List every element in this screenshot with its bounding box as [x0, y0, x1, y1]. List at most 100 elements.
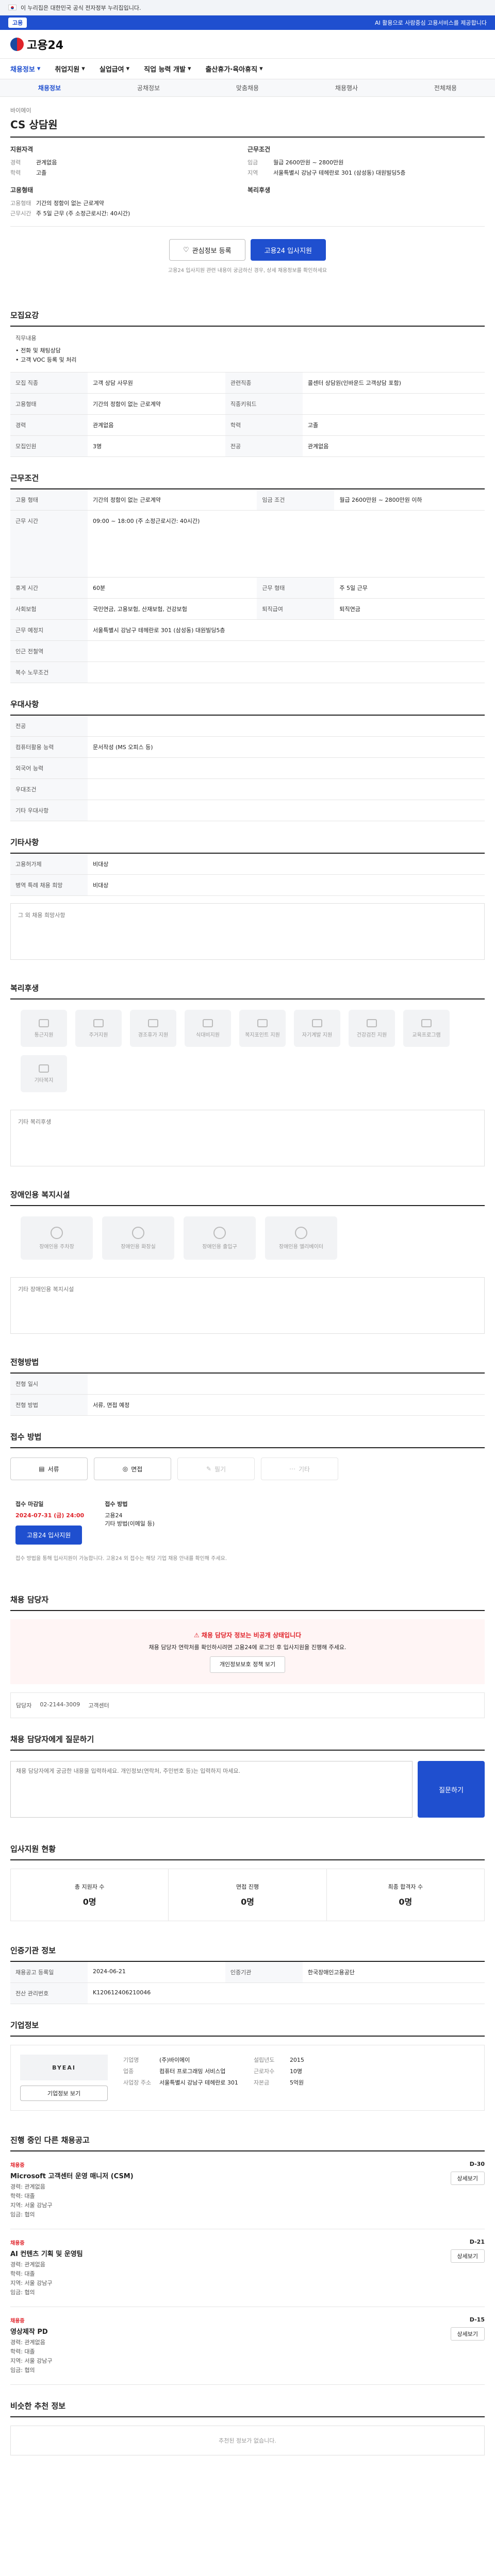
section-process: 전형방법 [10, 1341, 485, 1374]
job-card[interactable]: 채용중 영상제작 PD 경력: 관계없음 학력: 대졸 지역: 서울 강남구 임금:… [10, 2307, 485, 2385]
welfare-item: 복지포인트 지원 [239, 1010, 286, 1047]
welfare-grid: 통근지원 주거지원 경조휴가 지원 식대비지원 복지포인트 지원 자기계발 지원… [10, 999, 485, 1103]
toilet-icon [132, 1226, 144, 1239]
apply-button-2[interactable]: 고용24 입사지원 [15, 1526, 82, 1545]
nav-item-training[interactable]: 직업 능력 개발 ▾ [144, 64, 191, 74]
barrier-item: 장애인용 출입구 [184, 1216, 256, 1260]
inquiry-send-button[interactable]: 질문하기 [418, 1761, 485, 1818]
edu-value: 고졸 [36, 170, 47, 176]
apply-note: 고용24 입사지원 관련 내용이 궁금하신 경우, 상세 채용정보를 확인하세요 [168, 268, 327, 274]
scrap-button[interactable]: ♡ 관심정보 등록 [169, 239, 245, 261]
job-card[interactable]: 채용중 Microsoft 고객센터 운영 매니저 (CSM) 경력: 관계없음 학… [10, 2151, 485, 2229]
meal-icon [203, 1019, 213, 1027]
nav-item-support[interactable]: 취업지원 ▾ [55, 64, 85, 74]
map-location[interactable]: 서울특별시 강남구 테헤란로 301 (삼성동) 대원빌딩5층 [88, 619, 485, 641]
nav-item-jobs[interactable]: 채용정보 ▾ [10, 64, 40, 74]
method-etc: ⋯ 기타 [261, 1458, 338, 1480]
company-info-button[interactable]: 기업정보 보기 [20, 2086, 108, 2101]
welfare-box: 기타 복리후생 [10, 1110, 485, 1166]
similar-empty: 추천된 정보가 없습니다. [10, 2426, 485, 2455]
section-apply: 접수 방법 [10, 1416, 485, 1448]
chevron-down-icon: ▾ [259, 65, 263, 73]
section-barrier: 장애인용 복지시설 [10, 1174, 485, 1206]
book-icon [312, 1019, 322, 1027]
section-duty: 모집요강 [10, 294, 485, 327]
job-card[interactable]: 채용중 AI 컨텐츠 기획 및 운영팀 경력: 관계없음 학력: 대졸 지역: 서울… [10, 2229, 485, 2307]
inquiry-input[interactable] [10, 1761, 412, 1818]
pencil-icon: ✎ [206, 1465, 211, 1472]
tab-jobs[interactable]: 채용정보 [0, 83, 99, 92]
barrier-grid: 장애인용 주차장 장애인용 화장실 장애인용 출입구 장애인용 엘리베이터 [10, 1206, 485, 1270]
detail-button[interactable]: 상세보기 [450, 2172, 485, 2185]
tab-events[interactable]: 채용행사 [297, 83, 396, 92]
career-value: 관계없음 [36, 159, 57, 166]
welfare-item: 건강검진 지원 [349, 1010, 395, 1047]
tab-all[interactable]: 전체채용 [396, 83, 495, 92]
job-actions: ♡ 관심정보 등록 고용24 입사지원 [10, 227, 485, 266]
barrier-box: 기타 장애인용 복지시설 [10, 1277, 485, 1334]
nav-item-leave[interactable]: 출산휴가·육아휴직 ▾ [205, 64, 262, 74]
section-other-jobs: 진행 중인 다른 채용공고 [10, 2119, 485, 2151]
method-document: ▤ 서류 [10, 1458, 88, 1480]
tab-public[interactable]: 공채정보 [99, 83, 198, 92]
manager-dept[interactable]: 고객센터 [88, 1701, 109, 1709]
heart-icon: ♡ [183, 246, 189, 254]
inquiry-form: 질문하기 [10, 1751, 485, 1828]
logo-icon [10, 37, 24, 51]
stat-item: 면접 진행 0명 [169, 1869, 327, 1921]
work-cond-title: 근무조건 [248, 146, 271, 153]
logo-text: 고용24 [27, 39, 64, 52]
method-row: ▤ 서류 ◎ 면접 ✎ 필기 ⋯ 기타 [10, 1448, 485, 1489]
calendar-icon [148, 1019, 158, 1027]
sub-tabs: 채용정보 공채정보 맞춤채용 채용행사 전체채용 [0, 79, 495, 97]
pay-value: 월급 2600만원 ~ 2800만원 [273, 159, 344, 166]
welfare-item: 주거지원 [75, 1010, 122, 1047]
process-table: 전형 일시 전형 방법 서류, 면접 예정 [10, 1374, 485, 1416]
section-inquiry: 채용 담당자에게 질문하기 [10, 1718, 485, 1751]
section-contact: 채용 담당자 [10, 1579, 485, 1611]
apply-block: 접수 마감일 2024-07-31 (금) 24:00 고용24 입사지원 접수… [10, 1489, 485, 1555]
location-value: 서울특별시 강남구 테헤란로 301 (삼성동) 대원빌딩5층 [273, 170, 406, 176]
qual-title: 지원자격 [10, 146, 34, 153]
welfare-item: 경조휴가 지원 [130, 1010, 176, 1047]
welfare-item: 식대비지원 [185, 1010, 231, 1047]
chevron-down-icon: ▾ [187, 65, 191, 73]
parking-icon [51, 1226, 63, 1239]
nav-item-benefit[interactable]: 실업급여 ▾ [100, 64, 129, 74]
welfare-title: 복리후생 [248, 187, 271, 194]
coin-icon [257, 1019, 268, 1027]
job-summary: 지원자격 경력 관계없음 학력 고졸 고용형태 고용형태 기간의 정함이 없는 근로계… [10, 138, 485, 227]
welfare-item: 통근지원 [21, 1010, 67, 1047]
top-strip-text[interactable]: AI 활용으로 사람중심 고용서비스를 제공합니다 [375, 19, 487, 27]
contact-box: ⚠ 채용 담당자 정보는 비공개 상태입니다 채용 담당자 연락처를 확인하시려… [10, 1619, 485, 1684]
etc-icon: ⋯ [289, 1465, 295, 1472]
etc-icon [39, 1064, 49, 1073]
company-name[interactable]: 바이에이 [10, 106, 485, 114]
stat-item: 최종 합격자 수 0명 [388, 1884, 423, 1907]
duty-desc: 직무내용 • 전화 및 채팅상담 • 고객 VOC 등록 및 처리 [10, 327, 485, 372]
condition-table: 고용 형태 기간의 정함이 없는 근로계약 임금 조건 월급 2600만원 ~ 280… [10, 489, 485, 683]
company-info: BYEAI 기업정보 보기 기업명 (주)바이에이 업종 컴퓨터 프로그래밍 서비스… [10, 2045, 485, 2111]
site-logo[interactable]: 고용24 [10, 36, 63, 53]
welfare-item: 교육프로그램 [403, 1010, 450, 1047]
detail-button[interactable]: 상세보기 [450, 2249, 485, 2263]
chevron-down-icon: ▾ [37, 65, 41, 73]
section-welfare: 복리후생 [10, 967, 485, 999]
hours-value: 주 5일 근무 (주 소정근로시간: 40시간) [36, 210, 130, 217]
deadline: 2024-07-31 (금) 24:00 [15, 1512, 85, 1519]
section-stats: 입사지원 현황 [10, 1828, 485, 1860]
welfare-item: 기타복지 [21, 1055, 67, 1092]
tab-custom[interactable]: 맞춤채용 [198, 83, 297, 92]
house-icon [93, 1019, 104, 1027]
stats: 총 지원자 수 0명 면접 진행 0명 최종 합격자 수 0명 [10, 1869, 485, 1921]
detail-button[interactable]: 상세보기 [450, 2327, 485, 2341]
document-icon: ▤ [39, 1465, 45, 1472]
stat-item: 총 지원자 수 0명 [11, 1869, 169, 1921]
top-strip-pill[interactable]: 고용 [8, 18, 27, 28]
section-similar: 비슷한 추천 정보 [10, 2385, 485, 2417]
apply-button[interactable]: 고용24 입사지원 [250, 239, 326, 261]
privacy-button[interactable]: 개인정보보호 정책 보기 [209, 1656, 286, 1673]
other-table: 고용허가제 비대상 병역 특례 채용 희망 비대상 [10, 854, 485, 896]
chevron-down-icon: ▾ [81, 65, 85, 73]
barrier-item: 장애인용 주차장 [21, 1216, 93, 1260]
